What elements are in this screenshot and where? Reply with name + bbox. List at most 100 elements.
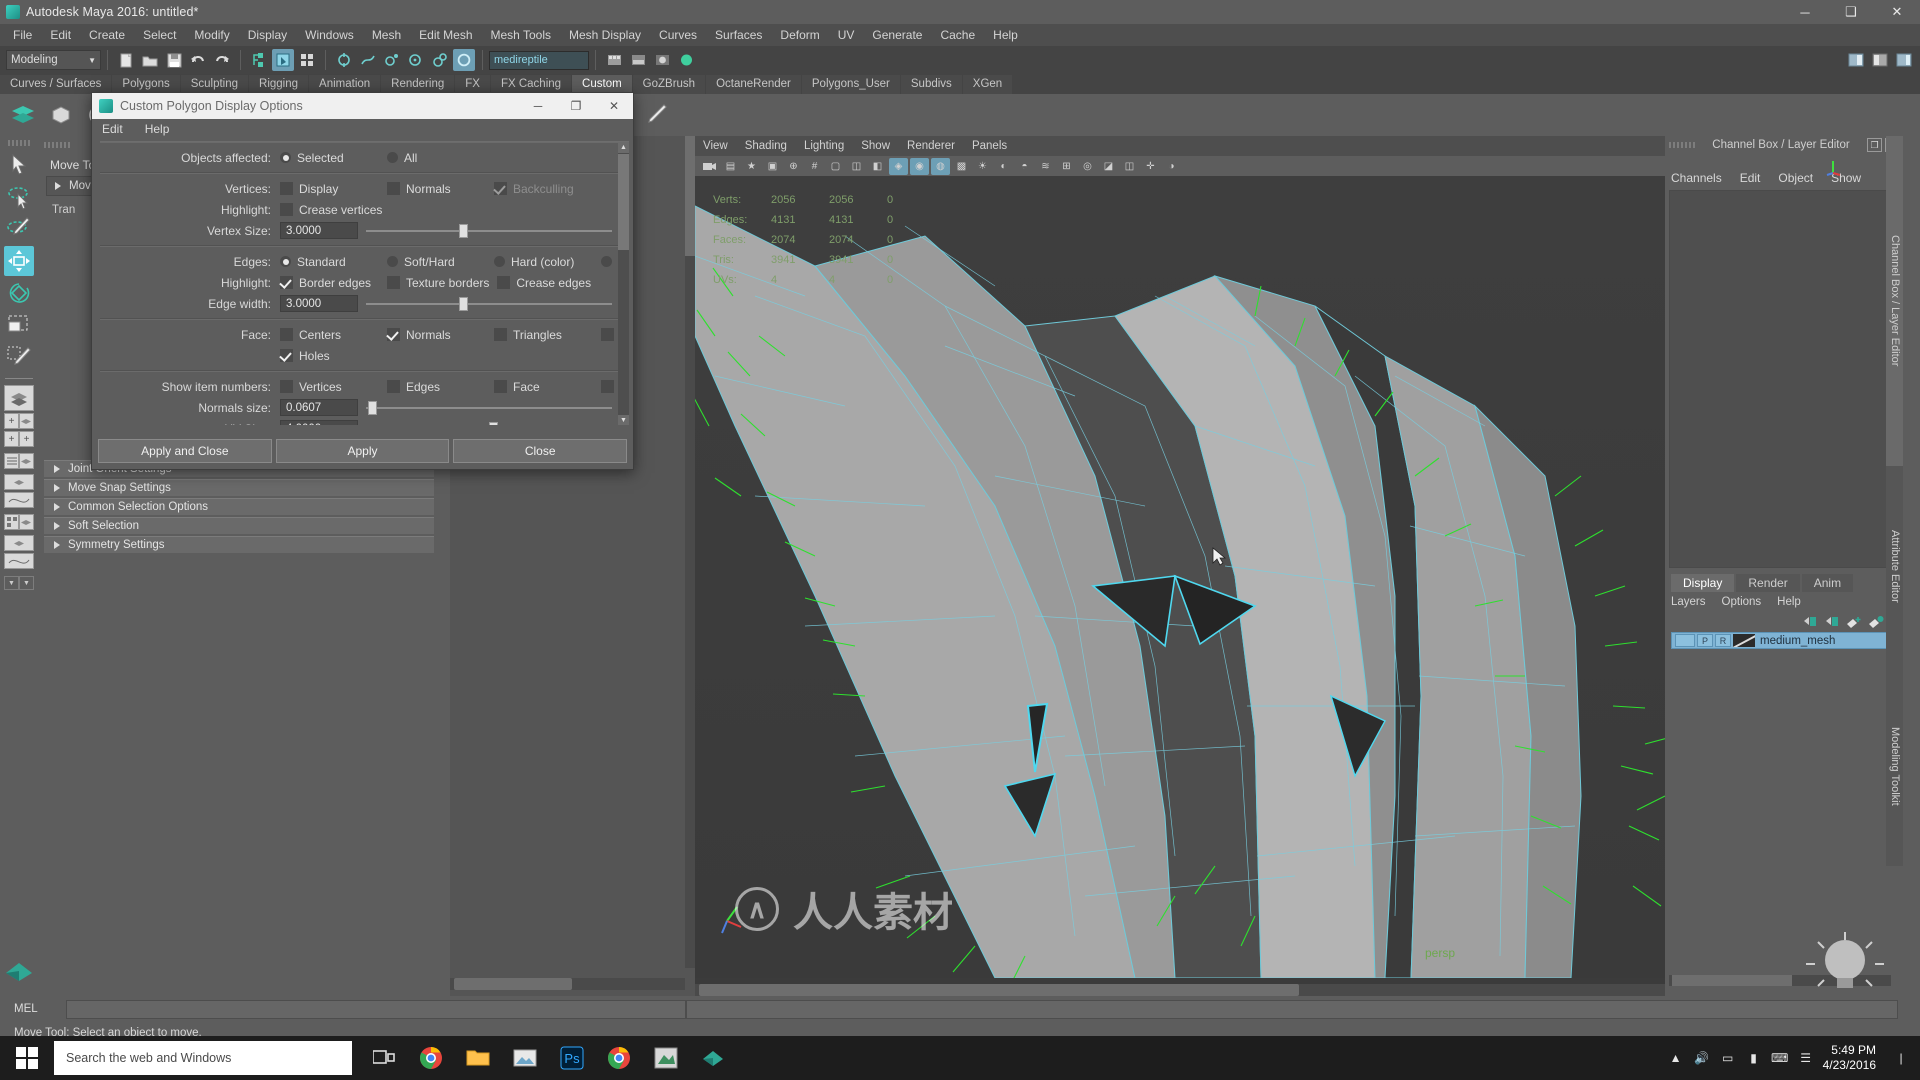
numeric-input[interactable]: 0.0607 [280, 399, 358, 416]
dialog-maximize-button[interactable]: ❐ [557, 93, 595, 119]
viewport-two-d-pan-zoom-icon[interactable]: ⊕ [784, 158, 803, 175]
viewport-menu-shading[interactable]: Shading [745, 140, 787, 152]
checkbox-icon[interactable] [280, 349, 293, 362]
option-edges[interactable]: Edges [387, 380, 486, 394]
battery-icon[interactable]: ▭ [1715, 1036, 1741, 1080]
radio-button-icon[interactable] [280, 256, 291, 267]
option-selected[interactable]: Selected [280, 151, 379, 165]
show-hidden-icons-icon[interactable]: ▲ [1663, 1036, 1689, 1080]
render-view-icon[interactable] [651, 49, 673, 71]
snap-to-point-icon[interactable] [381, 49, 403, 71]
option-normals[interactable]: Normals [387, 182, 486, 196]
radio-button-icon[interactable] [387, 256, 398, 267]
menu-item-select[interactable]: Select [134, 24, 185, 46]
layer-move-up-icon[interactable] [1802, 615, 1819, 628]
scroll-down-arrow-icon[interactable]: ▼ [618, 415, 629, 425]
viewport-horizontal-scrollbar[interactable] [695, 984, 1665, 996]
layout-two-panes-side-icon[interactable]: + [4, 413, 19, 429]
viewport-menu-show[interactable]: Show [861, 140, 890, 152]
scroll-up-arrow-icon[interactable]: ▲ [618, 142, 629, 153]
tool-section-move-snap-settings[interactable]: Move Snap Settings [44, 479, 434, 496]
radio-button-icon[interactable] [280, 152, 291, 163]
select-by-object-type-icon[interactable] [272, 49, 294, 71]
menu-item-uv[interactable]: UV [829, 24, 864, 46]
option-holes[interactable]: Holes [280, 349, 379, 363]
viewport-select-camera-icon[interactable] [700, 158, 719, 175]
slider-knob[interactable] [459, 297, 469, 311]
show-channel-box-icon[interactable] [1893, 49, 1915, 71]
zbrush-icon[interactable] [642, 1036, 689, 1080]
maya-taskbar-icon[interactable] [689, 1036, 736, 1080]
dialog-menu-help[interactable]: Help [145, 122, 170, 136]
viewport-exposure-icon[interactable]: ◑ [1162, 158, 1181, 175]
shelf-tab-gozbrush[interactable]: GoZBrush [632, 75, 706, 94]
outliner-vertical-scrollbar[interactable] [685, 136, 695, 968]
tool-section-common-selection-options[interactable]: Common Selection Options [44, 498, 434, 515]
checkbox-icon[interactable] [387, 380, 400, 393]
shelf-tab-xgen[interactable]: XGen [962, 75, 1013, 94]
make-live-icon[interactable] [453, 49, 475, 71]
layout-more-left-icon[interactable]: ▼ [4, 576, 19, 590]
select-by-hierarchy-icon[interactable] [248, 49, 270, 71]
task-view-icon[interactable] [360, 1036, 407, 1080]
checkbox-icon[interactable] [387, 328, 400, 341]
command-line-input[interactable] [66, 999, 686, 1019]
checkbox-icon[interactable] [387, 182, 400, 195]
option-texture-borders[interactable]: Texture borders [387, 276, 489, 290]
viewport-film-gate-icon[interactable]: ▢ [826, 158, 845, 175]
layout-perspective-pane-icon[interactable] [19, 413, 34, 429]
dialog-apply-and-close-button[interactable]: Apply and Close [98, 439, 272, 463]
checkbox-icon[interactable] [387, 276, 400, 289]
new-scene-icon[interactable] [115, 49, 137, 71]
checkbox-icon[interactable] [601, 328, 614, 341]
layout-two-panes-stacked-icon[interactable]: + [4, 431, 19, 447]
option-all[interactable]: All [387, 151, 537, 165]
keyboard-icon[interactable]: ⌨ [1767, 1036, 1793, 1080]
layout-graph-editor-icon[interactable] [4, 492, 34, 508]
viewport-smooth-shade-icon[interactable]: ◉ [910, 157, 929, 175]
viewport-menu-lighting[interactable]: Lighting [804, 140, 844, 152]
tool-section-soft-selection[interactable]: Soft Selection [44, 517, 434, 534]
taskbar-search-box[interactable]: Search the web and Windows [54, 1041, 352, 1075]
option-normals[interactable]: Normals [387, 328, 486, 342]
tool-section-symmetry-settings[interactable]: Symmetry Settings [44, 536, 434, 553]
layout-outliner-persp-icon[interactable] [4, 453, 19, 469]
layer-menu-layers[interactable]: Layers [1671, 596, 1706, 608]
checkbox-icon[interactable] [497, 276, 511, 289]
option-backculling[interactable]: Backculling [494, 182, 593, 196]
numeric-input[interactable]: 3.0000 [280, 222, 358, 239]
menu-item-edit-mesh[interactable]: Edit Mesh [410, 24, 481, 46]
image-viewer-icon[interactable] [501, 1036, 548, 1080]
radio-button-icon[interactable] [387, 152, 398, 163]
radio-button-icon[interactable] [494, 256, 505, 267]
language-icon[interactable]: ☰ [1793, 1036, 1819, 1080]
open-scene-icon[interactable] [139, 49, 161, 71]
scrollbar-thumb[interactable] [618, 154, 629, 250]
option-display[interactable]: Display [280, 182, 379, 196]
layer-move-down-icon[interactable] [1824, 615, 1841, 628]
option-hard-color-[interactable]: Hard (color) [494, 255, 593, 269]
move-tool-icon[interactable] [4, 246, 34, 276]
layer-visibility-toggle[interactable] [1675, 634, 1695, 647]
layout-persp-outliner-icon[interactable] [4, 535, 34, 551]
undo-icon[interactable] [187, 49, 209, 71]
option-crease-edges[interactable]: Crease edges [497, 276, 596, 290]
dialog-scrollbar[interactable]: ▲ ▼ [618, 142, 629, 425]
checkbox-icon[interactable] [494, 380, 507, 393]
slider-knob[interactable] [489, 422, 498, 425]
chrome-icon[interactable] [407, 1036, 454, 1080]
checkbox-icon[interactable] [280, 182, 293, 195]
quick-rename-field[interactable]: medireptile [489, 50, 589, 70]
toolbox-drag-handle[interactable] [8, 140, 30, 146]
show-desktop-icon[interactable]: | [1888, 1036, 1914, 1080]
option-face[interactable]: Face [494, 380, 593, 394]
checkbox-icon[interactable] [494, 182, 507, 195]
viewport-grid-icon[interactable]: # [805, 158, 824, 175]
menu-item-windows[interactable]: Windows [296, 24, 363, 46]
option-centers[interactable]: Centers [280, 328, 379, 342]
layout-curve-editor-icon[interactable] [4, 553, 34, 569]
undock-panel-button[interactable]: ❐ [1867, 138, 1882, 152]
menu-item-edit[interactable]: Edit [41, 24, 80, 46]
layer-row[interactable]: P Rmedium_mesh [1671, 632, 1897, 649]
viewport-menu-panels[interactable]: Panels [972, 140, 1007, 152]
